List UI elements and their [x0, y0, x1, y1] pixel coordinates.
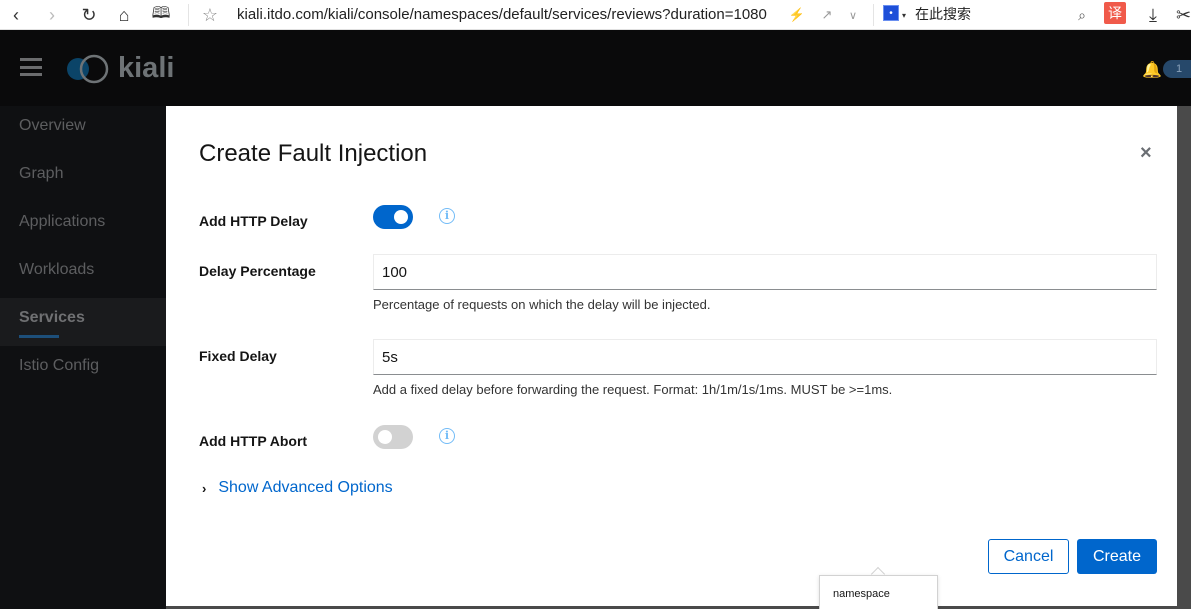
http-delay-toggle[interactable] [373, 205, 413, 229]
info-icon[interactable]: i [439, 428, 455, 444]
star-icon[interactable]: ☆ [200, 0, 220, 30]
logo-text: kiali [118, 52, 175, 84]
reading-icon[interactable]: 🕮 [150, 0, 172, 30]
delay-percentage-input[interactable] [373, 254, 1157, 290]
delay-percentage-helper: Percentage of requests on which the dela… [373, 297, 711, 312]
search-input[interactable]: 在此搜索 [915, 0, 971, 30]
search-icon[interactable]: ⌕ [1073, 0, 1091, 30]
advanced-options-toggle[interactable]: › Show Advanced Options [202, 479, 393, 497]
cancel-button[interactable]: Cancel [988, 539, 1069, 574]
sidebar-item-workloads[interactable]: Workloads [0, 250, 166, 298]
browser-toolbar: ‹ › ↻ ⌂ 🕮 ☆ kiali.itdo.com/kiali/console… [0, 0, 1191, 30]
sidebar: Overview Graph Applications Workloads Se… [0, 106, 166, 609]
tooltip: namespace [819, 575, 938, 609]
notification-badge[interactable]: 1 [1163, 60, 1191, 78]
hamburger-menu-icon[interactable] [20, 58, 42, 76]
create-button[interactable]: Create [1077, 539, 1157, 574]
translate-icon[interactable]: 译 [1104, 2, 1126, 24]
sidebar-item-istio-config[interactable]: Istio Config [0, 346, 166, 394]
download-icon[interactable]: ⤓ [1143, 0, 1163, 30]
active-indicator [19, 335, 59, 338]
fixed-delay-label: Fixed Delay [199, 348, 277, 364]
toggle-knob [378, 430, 392, 444]
close-icon[interactable]: × [1140, 142, 1152, 165]
forward-icon[interactable]: › [42, 0, 62, 30]
bell-icon[interactable]: 🔔 [1142, 60, 1162, 80]
divider [188, 4, 189, 26]
modal-title: Create Fault Injection [199, 140, 428, 167]
toggle-knob [394, 210, 408, 224]
http-abort-label: Add HTTP Abort [199, 433, 308, 449]
sidebar-item-applications[interactable]: Applications [0, 202, 166, 250]
http-abort-toggle[interactable] [373, 425, 413, 449]
chevron-down-icon[interactable]: ∨ [845, 0, 861, 30]
delay-percentage-label: Delay Percentage [199, 263, 316, 279]
fixed-delay-helper: Add a fixed delay before forwarding the … [373, 382, 893, 397]
info-icon[interactable]: i [439, 208, 455, 224]
baidu-icon[interactable]: • [883, 5, 899, 21]
masthead [0, 30, 1191, 106]
sidebar-item-overview[interactable]: Overview [0, 106, 166, 154]
fixed-delay-input[interactable] [373, 339, 1157, 375]
share-icon[interactable]: ↗ [818, 0, 836, 30]
sidebar-item-graph[interactable]: Graph [0, 154, 166, 202]
address-bar[interactable]: kiali.itdo.com/kiali/console/namespaces/… [237, 0, 777, 30]
engine-dropdown-icon[interactable]: ▾ [900, 0, 908, 30]
bolt-icon[interactable]: ⚡ [789, 0, 805, 30]
fault-injection-modal: Create Fault Injection × Add HTTP Delay … [166, 106, 1177, 606]
reload-icon[interactable]: ↻ [78, 0, 100, 30]
home-icon[interactable]: ⌂ [113, 0, 135, 30]
divider [873, 4, 874, 26]
http-delay-label: Add HTTP Delay [199, 213, 308, 229]
advanced-options-link[interactable]: Show Advanced Options [218, 479, 392, 497]
chevron-right-icon: › [202, 480, 207, 496]
back-icon[interactable]: ‹ [6, 0, 26, 30]
sidebar-item-services[interactable]: Services [0, 298, 166, 346]
scissors-icon[interactable]: ✂ [1176, 0, 1191, 30]
